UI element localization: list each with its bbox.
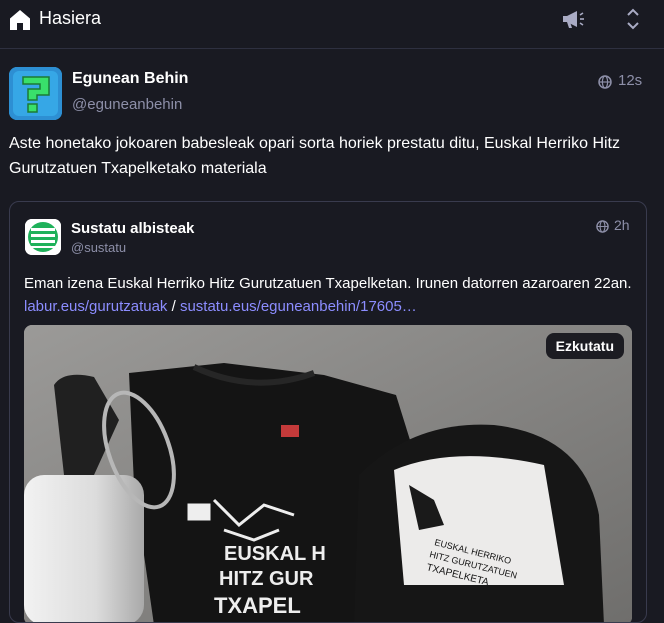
quote-text: Eman izena Euskal Herriko Hitz Gurutzatu…	[24, 275, 632, 292]
announcement-icon[interactable]	[561, 8, 585, 30]
column-header: Hasiera	[0, 0, 664, 49]
collapse-icon[interactable]	[624, 6, 642, 32]
quote-author-display-name[interactable]: Sustatu albisteak	[71, 220, 194, 237]
quoted-post[interactable]: Sustatu albisteak @sustatu 2h Eman izena…	[9, 201, 647, 623]
link-separator: /	[167, 298, 180, 315]
status-content: Aste honetako jokoaren babesleak opari s…	[9, 135, 620, 177]
shirt-text-2: HITZ GUR	[219, 568, 314, 590]
quote-timestamp[interactable]: 2h	[614, 217, 630, 233]
shirt-text-1: EUSKAL H	[224, 543, 326, 565]
app-logo-icon	[9, 67, 62, 120]
column-title[interactable]: Hasiera	[39, 8, 101, 29]
author-handle[interactable]: @eguneanbehin	[72, 96, 182, 113]
globe-icon	[596, 220, 609, 233]
quote-link-sustatu[interactable]: sustatu.eus/eguneanbehin/17605…	[180, 298, 417, 315]
merchandise-photo: EUSKAL H HITZ GUR TXAPEL EUSKAL HERRIKO …	[24, 325, 632, 622]
quote-avatar[interactable]	[25, 219, 61, 255]
media-image[interactable]: EUSKAL H HITZ GUR TXAPEL EUSKAL HERRIKO …	[24, 325, 632, 622]
hide-media-button[interactable]: Ezkutatu	[545, 333, 624, 359]
quote-content: Eman izena Euskal Herriko Hitz Gurutzatu…	[24, 272, 634, 318]
status-timestamp[interactable]: 12s	[618, 72, 642, 89]
avatar[interactable]	[9, 67, 62, 120]
home-icon	[10, 10, 30, 30]
quote-author-handle[interactable]: @sustatu	[71, 240, 126, 255]
sustatu-logo-icon	[25, 219, 61, 255]
author-display-name[interactable]: Egunean Behin	[72, 70, 188, 88]
shirt-text-3: TXAPEL	[214, 593, 301, 618]
globe-icon	[598, 75, 612, 89]
quote-link-gurutzatuak[interactable]: labur.eus/gurutzatuak	[24, 298, 167, 315]
